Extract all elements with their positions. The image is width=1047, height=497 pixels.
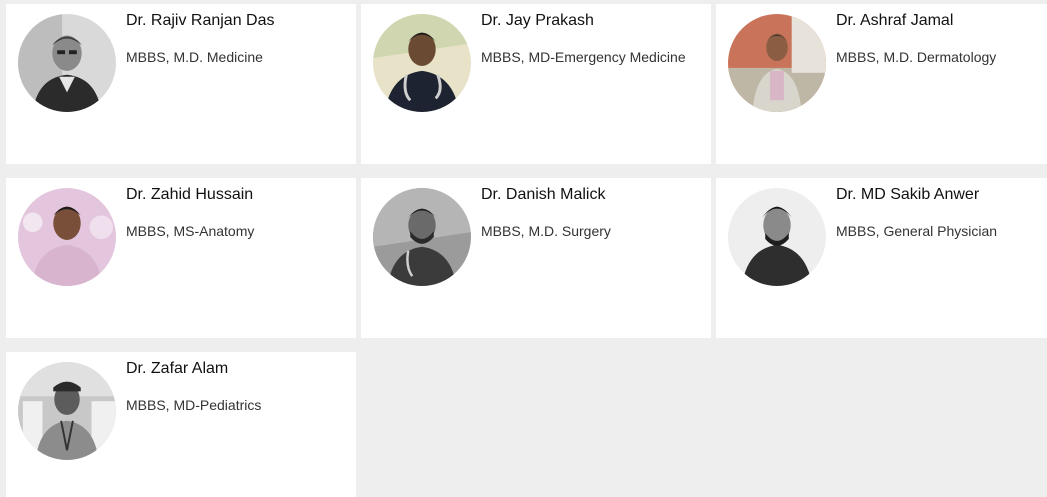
doctor-grid: Dr. Rajiv Ranjan Das MBBS, M.D. Medicine…: [0, 0, 1047, 497]
doctor-card[interactable]: Dr. MD Sakib Anwer MBBS, General Physici…: [716, 178, 1047, 338]
doctor-degree: MBBS, MS-Anatomy: [126, 223, 255, 239]
doctor-name: Dr. Zahid Hussain: [126, 186, 254, 203]
doctor-degree: MBBS, General Physician: [836, 223, 998, 239]
doctor-photo: [373, 188, 471, 286]
doctor-name: Dr. MD Sakib Anwer: [836, 186, 980, 203]
doctor-photo-icon: [18, 362, 116, 460]
doctor-photo: [728, 14, 826, 112]
doctor-photo: [18, 362, 116, 460]
doctor-degree: MBBS, M.D. Medicine: [126, 49, 263, 65]
doctor-name: Dr. Zafar Alam: [126, 360, 229, 377]
doctor-degree: MBBS, M.D. Dermatology: [836, 49, 997, 65]
doctor-name: Dr. Danish Malick: [481, 186, 606, 203]
doctor-degree: MBBS, MD-Emergency Medicine: [481, 49, 686, 65]
doctor-name: Dr. Rajiv Ranjan Das: [126, 12, 275, 29]
doctor-card[interactable]: Dr. Zahid Hussain MBBS, MS-Anatomy: [6, 178, 356, 338]
doctor-photo-icon: [373, 14, 471, 112]
doctor-name: Dr. Ashraf Jamal: [836, 12, 954, 29]
doctor-photo: [18, 14, 116, 112]
doctor-photo-icon: [18, 14, 116, 112]
doctor-photo: [18, 188, 116, 286]
doctor-card[interactable]: Dr. Rajiv Ranjan Das MBBS, M.D. Medicine: [6, 4, 356, 164]
doctor-degree: MBBS, M.D. Surgery: [481, 223, 611, 239]
doctor-card[interactable]: Dr. Jay Prakash MBBS, MD-Emergency Medic…: [361, 4, 711, 164]
doctor-name: Dr. Jay Prakash: [481, 12, 594, 29]
doctor-card[interactable]: Dr. Danish Malick MBBS, M.D. Surgery: [361, 178, 711, 338]
doctor-photo-icon: [18, 188, 116, 286]
doctor-degree: MBBS, MD-Pediatrics: [126, 397, 262, 413]
doctor-photo: [373, 14, 471, 112]
doctor-photo-icon: [373, 188, 471, 286]
doctor-photo-icon: [728, 188, 826, 286]
doctor-card[interactable]: Dr. Zafar Alam MBBS, MD-Pediatrics: [6, 352, 356, 497]
doctor-photo-icon: [728, 14, 826, 112]
doctor-card[interactable]: Dr. Ashraf Jamal MBBS, M.D. Dermatology: [716, 4, 1047, 164]
doctor-photo: [728, 188, 826, 286]
